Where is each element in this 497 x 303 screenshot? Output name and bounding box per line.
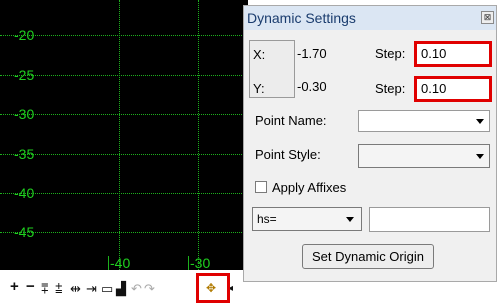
point-style-label: Point Style:: [255, 147, 321, 162]
x-axis-tick: [108, 256, 109, 270]
affix-input[interactable]: [369, 207, 490, 232]
grid-line: [0, 193, 248, 194]
coordinate-plot[interactable]: -20 -25 -30 -35 -40 -45 -40 -30: [0, 0, 248, 270]
grid-line: [119, 0, 120, 270]
grid-line: [0, 35, 248, 36]
grid-line: [0, 232, 248, 233]
grid-line: [0, 154, 248, 155]
y-step-field[interactable]: 0.10: [414, 76, 492, 102]
chevron-down-icon: [476, 154, 484, 159]
grid-line: [198, 0, 199, 270]
y-axis-label: -20: [14, 27, 35, 43]
highlight-box: [196, 273, 230, 303]
grid-line: [0, 114, 248, 115]
move-h-icon[interactable]: ⇹: [70, 282, 81, 295]
grid-line: [0, 75, 248, 76]
y-value: -0.30: [297, 79, 327, 94]
rect-icon[interactable]: ▭: [101, 282, 113, 295]
apply-affixes-checkbox[interactable]: [255, 181, 267, 193]
chevron-down-icon: [346, 217, 354, 222]
undo-icon[interactable]: ↶: [131, 282, 142, 295]
x-axis-label: -40: [110, 255, 131, 270]
point-style-select[interactable]: [358, 144, 490, 168]
point-name-label: Point Name:: [255, 113, 327, 128]
x-step-field[interactable]: 0.10: [414, 41, 492, 67]
close-icon[interactable]: ⊠: [481, 11, 494, 24]
x-value: -1.70: [297, 46, 327, 61]
align2-icon[interactable]: ⩲: [55, 282, 63, 295]
apply-affixes-label: Apply Affixes: [272, 180, 347, 195]
x-axis-label: -30: [190, 255, 211, 270]
x-axis-tick: [188, 256, 189, 270]
dialog-title: Dynamic Settings: [244, 6, 496, 30]
minus-icon[interactable]: −: [26, 279, 35, 294]
y-label: Y:: [253, 81, 265, 96]
y-axis-label: -40: [14, 185, 35, 201]
x-label: X:: [253, 47, 266, 62]
chart-icon[interactable]: ▟: [116, 282, 126, 295]
y-axis-label: -25: [14, 67, 35, 83]
align-icon[interactable]: ⩱: [41, 282, 49, 295]
point-name-select[interactable]: [358, 110, 490, 132]
set-dynamic-origin-button[interactable]: Set Dynamic Origin: [302, 244, 434, 269]
move-h2-icon[interactable]: ⇥: [86, 282, 97, 295]
y-axis-label: -45: [14, 224, 35, 240]
y-axis-label: -30: [14, 106, 35, 122]
redo-icon[interactable]: ↷: [144, 282, 155, 295]
plus-icon[interactable]: +: [10, 279, 19, 294]
x-step-label: Step:: [375, 46, 406, 61]
y-axis-label: -35: [14, 146, 35, 162]
y-step-label: Step:: [375, 81, 406, 96]
chevron-down-icon: [476, 119, 484, 124]
